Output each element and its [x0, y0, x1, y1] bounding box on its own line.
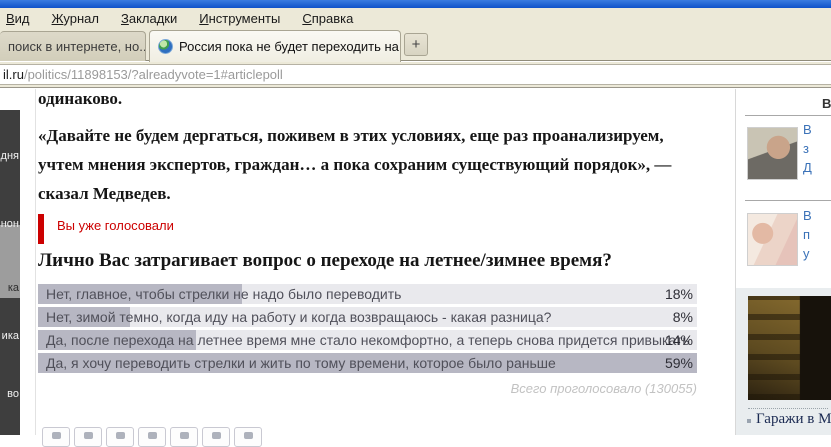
article-paragraph: «Давайте не будем дергаться, поживем в э…: [38, 121, 700, 208]
poll-results: Нет, главное, чтобы стрелки не надо было…: [38, 284, 697, 376]
url-address-bar[interactable]: il.ru/politics/11898153/?alreadyvote=1#a…: [0, 64, 831, 85]
tab-title: Россия пока не будет переходить на з...: [179, 39, 401, 54]
menu-bookmarks[interactable]: Закладки: [121, 11, 177, 26]
poll-option-percent: 8%: [673, 309, 693, 325]
sidebar-promo-block: Гаражи в М: [736, 288, 831, 435]
share-button[interactable]: [234, 427, 262, 447]
menu-help[interactable]: Справка: [302, 11, 353, 26]
share-button[interactable]: [202, 427, 230, 447]
vote-status-text: Вы уже голосовали: [57, 218, 174, 233]
article-text-fragment: одинаково.: [38, 89, 698, 109]
left-rail-item[interactable]: нон: [1, 218, 19, 230]
browser-menubar: Вид Журнал Закладки Инструменты Справка: [0, 8, 831, 28]
menu-history[interactable]: Журнал: [52, 11, 99, 26]
poll-total-votes: Всего проголосовало (130055): [38, 381, 697, 396]
left-navigation-rail: дня нон ка ика во: [0, 110, 20, 435]
vote-status-red-bar: [38, 214, 44, 244]
window-titlebar[interactable]: [0, 0, 831, 8]
promo-dotted-divider: [748, 408, 828, 409]
sidebar-separator: [745, 200, 831, 201]
promo-bullet-icon: [747, 419, 751, 423]
poll-option-label: Нет, главное, чтобы стрелки не надо было…: [46, 286, 401, 302]
news-link-fragment[interactable]: В з Д: [803, 120, 831, 177]
poll-option-row[interactable]: Нет, главное, чтобы стрелки не надо было…: [38, 284, 697, 304]
sidebar-separator: [745, 115, 831, 116]
poll-option-row[interactable]: Нет, зимой темно, когда иду на работу и …: [38, 307, 697, 327]
share-button[interactable]: [106, 427, 134, 447]
url-path: /politics/11898153/?alreadyvote=1#articl…: [24, 67, 283, 82]
poll-option-label: Да, после перехода на летнее время мне с…: [46, 332, 690, 348]
navigation-toolbar: il.ru/politics/11898153/?alreadyvote=1#a…: [0, 62, 831, 88]
new-tab-button[interactable]: +: [404, 33, 428, 56]
left-rail-item[interactable]: ка: [8, 282, 19, 294]
content-left-border: [35, 89, 36, 435]
share-button[interactable]: [170, 427, 198, 447]
share-button[interactable]: [74, 427, 102, 447]
poll-option-percent: 18%: [665, 286, 693, 302]
tab-search[interactable]: поиск в интернете, но... ×: [0, 31, 146, 61]
poll-option-label: Нет, зимой темно, когда иду на работу и …: [46, 309, 551, 325]
left-rail-item[interactable]: во: [7, 388, 19, 400]
poll-question: Лично Вас затрагивает вопрос о переходе …: [38, 250, 700, 272]
tab-strip: поиск в интернете, но... × Россия пока н…: [0, 28, 831, 61]
sidebar-news-header-fragment: В: [822, 96, 831, 111]
left-rail-item[interactable]: дня: [1, 150, 19, 162]
vote-status-badge: Вы уже голосовали: [38, 214, 438, 244]
url-domain: il.ru: [3, 67, 24, 82]
promo-link[interactable]: Гаражи в М: [756, 411, 831, 428]
site-favicon-globe-icon: [158, 39, 173, 54]
tab-article[interactable]: Россия пока не будет переходить на з... …: [149, 30, 401, 62]
news-link-fragment[interactable]: В п у: [803, 206, 831, 263]
poll-option-percent: 59%: [665, 355, 693, 371]
share-button[interactable]: [42, 427, 70, 447]
news-thumbnail-baby-photo[interactable]: [747, 213, 798, 266]
web-page-content: дня нон ка ика во одинаково. «Давайте не…: [0, 89, 831, 435]
share-buttons-row: [42, 427, 262, 447]
poll-option-row[interactable]: Да, я хочу переводить стрелки и жить по …: [38, 353, 697, 373]
news-thumbnail-man-photo[interactable]: [747, 127, 798, 180]
share-button[interactable]: [138, 427, 166, 447]
menu-view[interactable]: Вид: [6, 11, 30, 26]
promo-building-photo[interactable]: [748, 296, 831, 400]
menu-tools[interactable]: Инструменты: [199, 11, 280, 26]
poll-option-percent: 14%: [665, 332, 693, 348]
poll-option-row[interactable]: Да, после перехода на летнее время мне с…: [38, 330, 697, 350]
left-rail-item[interactable]: ика: [2, 330, 19, 342]
poll-option-label: Да, я хочу переводить стрелки и жить по …: [46, 355, 556, 371]
tab-title: поиск в интернете, но...: [8, 39, 146, 54]
